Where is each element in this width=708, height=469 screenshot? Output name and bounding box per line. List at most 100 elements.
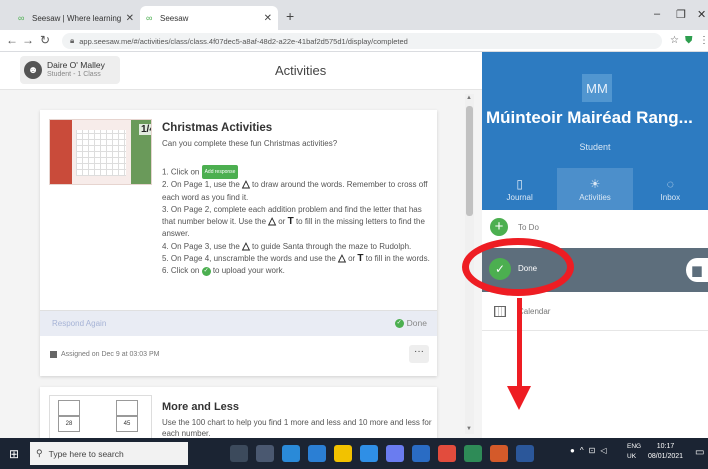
activity-thumbnail[interactable]: 1/4 [49, 119, 152, 185]
role-label: Student [579, 142, 611, 152]
edge-icon[interactable] [282, 445, 300, 462]
region-code: UK [627, 453, 637, 460]
pen-tool-icon: △ [242, 240, 250, 252]
page-count-badge: 1/4 [139, 124, 151, 135]
browser-icon[interactable] [308, 445, 326, 462]
store-icon[interactable] [360, 445, 378, 462]
back-arrow-icon[interactable]: ← [6, 33, 18, 47]
clock[interactable]: 10:17 08/01/2021 [648, 442, 683, 462]
new-tab-button[interactable]: + [286, 8, 294, 24]
mail-icon[interactable] [412, 445, 430, 462]
chart-cell: 28 [58, 416, 80, 432]
done-status-badge: ✓ Done [394, 318, 427, 328]
seesaw-favicon-icon: ∞ [146, 13, 153, 23]
windows-start-icon[interactable]: ⊞ [9, 447, 19, 461]
browser-tab-seesaw[interactable]: ∞ Seesaw ✕ [140, 6, 278, 30]
tab-title: Seesaw | Where learning happen [32, 13, 122, 23]
lang-code: ENG [627, 443, 642, 450]
user-subtitle: Student - 1 Class [47, 70, 101, 78]
activity-subtitle: Can you complete these fun Christmas act… [162, 139, 338, 148]
extension-shield-icon[interactable]: ⛊ [685, 35, 693, 46]
step-text: or [348, 254, 356, 264]
excel-icon[interactable] [464, 445, 482, 462]
task-view-icon[interactable] [256, 445, 274, 462]
scrollbar-thumb[interactable] [466, 106, 473, 216]
scroll-up-icon[interactable]: ▲ [466, 95, 472, 101]
text-tool-icon: T [287, 216, 294, 228]
folder-icon[interactable]: ▆ [686, 258, 708, 282]
forward-arrow-icon[interactable]: → [22, 33, 34, 47]
user-name: Daire O' Malley [47, 60, 105, 71]
scroll-down-icon[interactable]: ▼ [466, 426, 472, 432]
activity-thumbnail[interactable]: 28 45 [49, 395, 152, 438]
notifications-icon[interactable]: ▭ [695, 447, 704, 458]
tab-label: Activities [579, 192, 611, 202]
tab-label: Journal [506, 192, 533, 202]
thumbnail-decoration [50, 120, 72, 184]
step-text: or [278, 217, 286, 227]
network-icon[interactable]: ⊡ [589, 446, 596, 455]
lightbulb-icon: ☀ [589, 176, 601, 191]
word-search-grid [76, 130, 126, 176]
search-icon: ⚲ [36, 448, 43, 458]
url-text: app.seesaw.me/#/activities/class/class.4… [79, 36, 408, 46]
taskbar-search[interactable]: ⚲ Type here to search [30, 442, 188, 465]
more-options-button[interactable]: ··· [409, 345, 429, 363]
chart-cell [116, 400, 138, 416]
url-field[interactable]: 🔒︎ app.seesaw.me/#/activities/class/clas… [62, 33, 662, 49]
tab-title: Seesaw [160, 13, 189, 23]
cortana-icon[interactable] [230, 445, 248, 462]
step-text: 4. On Page 3, use the [162, 241, 240, 251]
tab-activities[interactable]: ☀ Activities [557, 168, 633, 210]
respond-again-button[interactable]: Respond Again [52, 319, 106, 328]
activities-header: ☻ Daire O' Malley Student - 1 Class Acti… [0, 52, 482, 90]
step-text: to upload your work. [212, 266, 285, 276]
user-tray-icon[interactable]: ● [570, 446, 575, 455]
green-check-icon: ✓ [201, 266, 211, 276]
step-text: 5. On Page 4, unscramble the words and u… [162, 254, 336, 264]
browser-tab-seesaw-home[interactable]: ∞ Seesaw | Where learning happen ✕ [12, 6, 140, 30]
tab-journal[interactable]: ▯ Journal [482, 168, 557, 210]
volume-icon[interactable]: ◁ [600, 446, 606, 455]
step-text: 2. On Page 1, use the [162, 180, 240, 190]
annotation-circle [462, 238, 574, 296]
filter-calendar[interactable]: Calendar [482, 298, 708, 328]
maximize-button[interactable]: ❐ [676, 8, 686, 21]
activity-card-more-and-less: 28 45 More and Less Use the 100 chart to… [40, 387, 437, 438]
pinned-apps [230, 445, 542, 462]
clock-date: 08/01/2021 [648, 453, 684, 460]
chrome-icon[interactable] [334, 445, 352, 462]
address-bar: ← → ↻ 🔒︎ app.seesaw.me/#/activities/clas… [0, 30, 708, 52]
annotation-arrow-head [507, 386, 531, 410]
search-placeholder: Type here to search [48, 448, 124, 459]
powerpoint-icon[interactable] [490, 445, 508, 462]
app-icon[interactable] [438, 445, 456, 462]
teams-icon[interactable] [386, 445, 404, 462]
tab-inbox[interactable]: ◌ Inbox [633, 168, 708, 210]
close-tab-icon[interactable]: ✕ [126, 13, 134, 24]
close-tab-icon[interactable]: ✕ [264, 13, 272, 24]
activities-pane: ☻ Daire O' Malley Student - 1 Class Acti… [0, 52, 482, 438]
teacher-name[interactable]: Múinteoir Mairéad Rang... [486, 108, 708, 128]
word-icon[interactable] [516, 445, 534, 462]
add-icon: + [490, 218, 508, 236]
reload-icon[interactable]: ↻ [40, 33, 50, 47]
system-tray: ● ^ ⊡ ◁ [570, 446, 611, 455]
star-icon[interactable]: ☆ [670, 35, 679, 46]
clock-time: 10:17 [656, 443, 675, 450]
language-indicator[interactable]: ENG UK [627, 442, 641, 462]
menu-dots-icon[interactable]: ⋮ [699, 35, 708, 46]
user-switcher[interactable]: ☻ Daire O' Malley Student - 1 Class [20, 56, 120, 84]
filter-label: To Do [518, 223, 539, 232]
windows-taskbar: ⊞ ⚲ Type here to search ● ^ ⊡ ◁ ENG UK 1… [0, 438, 708, 469]
page-title: Activities [275, 63, 327, 78]
seesaw-app: ☻ Daire O' Malley Student - 1 Class Acti… [0, 52, 708, 438]
add-response-chip: Add response [201, 165, 239, 180]
status-text: Done [406, 318, 427, 328]
class-header: MM Múinteoir Mairéad Rang... Student ▯ J… [482, 52, 708, 210]
chevron-up-icon[interactable]: ^ [580, 446, 584, 455]
activity-instructions: 1. Click on Add response 2. On Page 1, u… [162, 165, 434, 278]
minimize-button[interactable]: – [654, 8, 660, 20]
close-window-button[interactable]: ✕ [697, 8, 706, 21]
step-text: to fill in the words. [365, 254, 430, 264]
